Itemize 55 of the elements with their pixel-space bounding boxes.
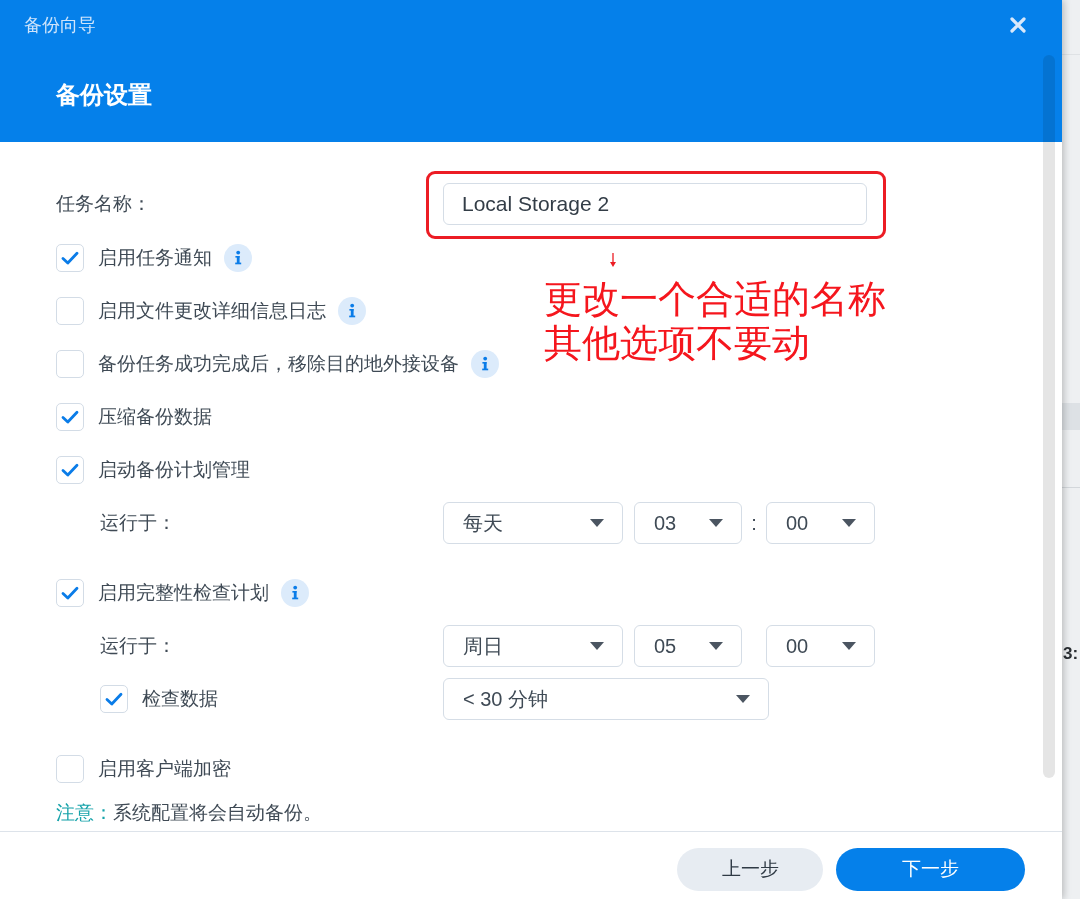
checkbox[interactable] <box>56 402 84 431</box>
dropdown[interactable]: 每天 <box>443 501 623 544</box>
annotation-text: 其他选项不要动 <box>544 321 811 365</box>
checkmark-icon <box>61 250 79 265</box>
dropdown[interactable]: 周日 <box>443 624 623 667</box>
checkbox-label: 启用任务通知 <box>98 245 212 270</box>
info-icon[interactable] <box>471 349 499 378</box>
close-icon[interactable] <box>1010 17 1026 33</box>
dropdown[interactable]: 00 <box>766 624 875 667</box>
annotation-text: 更改一个合适的名称 <box>544 277 886 321</box>
caret-icon <box>709 641 723 650</box>
checkbox[interactable] <box>56 754 84 783</box>
checkbox[interactable] <box>56 296 84 325</box>
info-icon[interactable] <box>281 578 309 607</box>
checkbox-label: 压缩备份数据 <box>98 404 212 429</box>
checkbox-label: 启用完整性检查计划 <box>98 580 269 605</box>
info-icon[interactable] <box>224 243 252 272</box>
checkbox[interactable] <box>56 349 84 378</box>
checkbox[interactable] <box>56 243 84 272</box>
next-button[interactable]: 下一步 <box>836 848 1025 891</box>
dropdown[interactable]: 03 <box>634 501 742 544</box>
checkbox[interactable] <box>56 455 84 484</box>
checkbox[interactable] <box>100 684 128 713</box>
caret-icon <box>736 694 750 703</box>
caret-icon <box>709 518 723 527</box>
checkmark-icon <box>61 462 79 477</box>
schedule-label: 运行于： <box>100 633 176 658</box>
dropdown[interactable]: 05 <box>634 624 742 667</box>
note-text: 注意：系统配置将会自动备份。 <box>56 801 322 825</box>
page-title: 备份设置 <box>56 80 152 110</box>
caret-icon <box>590 641 604 650</box>
dropdown[interactable]: < 30 分钟 <box>443 677 769 720</box>
caret-icon <box>590 518 604 527</box>
checkbox-label: 备份任务成功完成后，移除目的地外接设备 <box>98 351 459 376</box>
checkbox-label: 启用客户端加密 <box>98 756 231 781</box>
field-label: 任务名称： <box>56 192 151 216</box>
wizard-title: 备份向导 <box>24 14 96 37</box>
checkmark-icon <box>61 409 79 424</box>
dropdown[interactable]: 00 <box>766 501 875 544</box>
annotation-arrow <box>609 253 617 267</box>
caret-icon <box>842 518 856 527</box>
schedule-label: 运行于： <box>100 510 176 535</box>
time-separator: : <box>750 510 758 536</box>
checkmark-icon <box>61 585 79 600</box>
checkbox-label: 检查数据 <box>142 686 218 711</box>
task-name-field[interactable]: Local Storage 2 <box>443 183 867 225</box>
checkbox[interactable] <box>56 578 84 607</box>
checkmark-icon <box>105 691 123 706</box>
checkbox-label: 启用文件更改详细信息日志 <box>98 298 326 323</box>
back-button[interactable]: 上一步 <box>677 848 823 891</box>
checkbox-label: 启动备份计划管理 <box>98 457 250 482</box>
info-icon[interactable] <box>338 296 366 325</box>
background-text: 3: <box>1062 643 1080 665</box>
scrollbar[interactable] <box>1043 55 1055 778</box>
caret-icon <box>842 641 856 650</box>
